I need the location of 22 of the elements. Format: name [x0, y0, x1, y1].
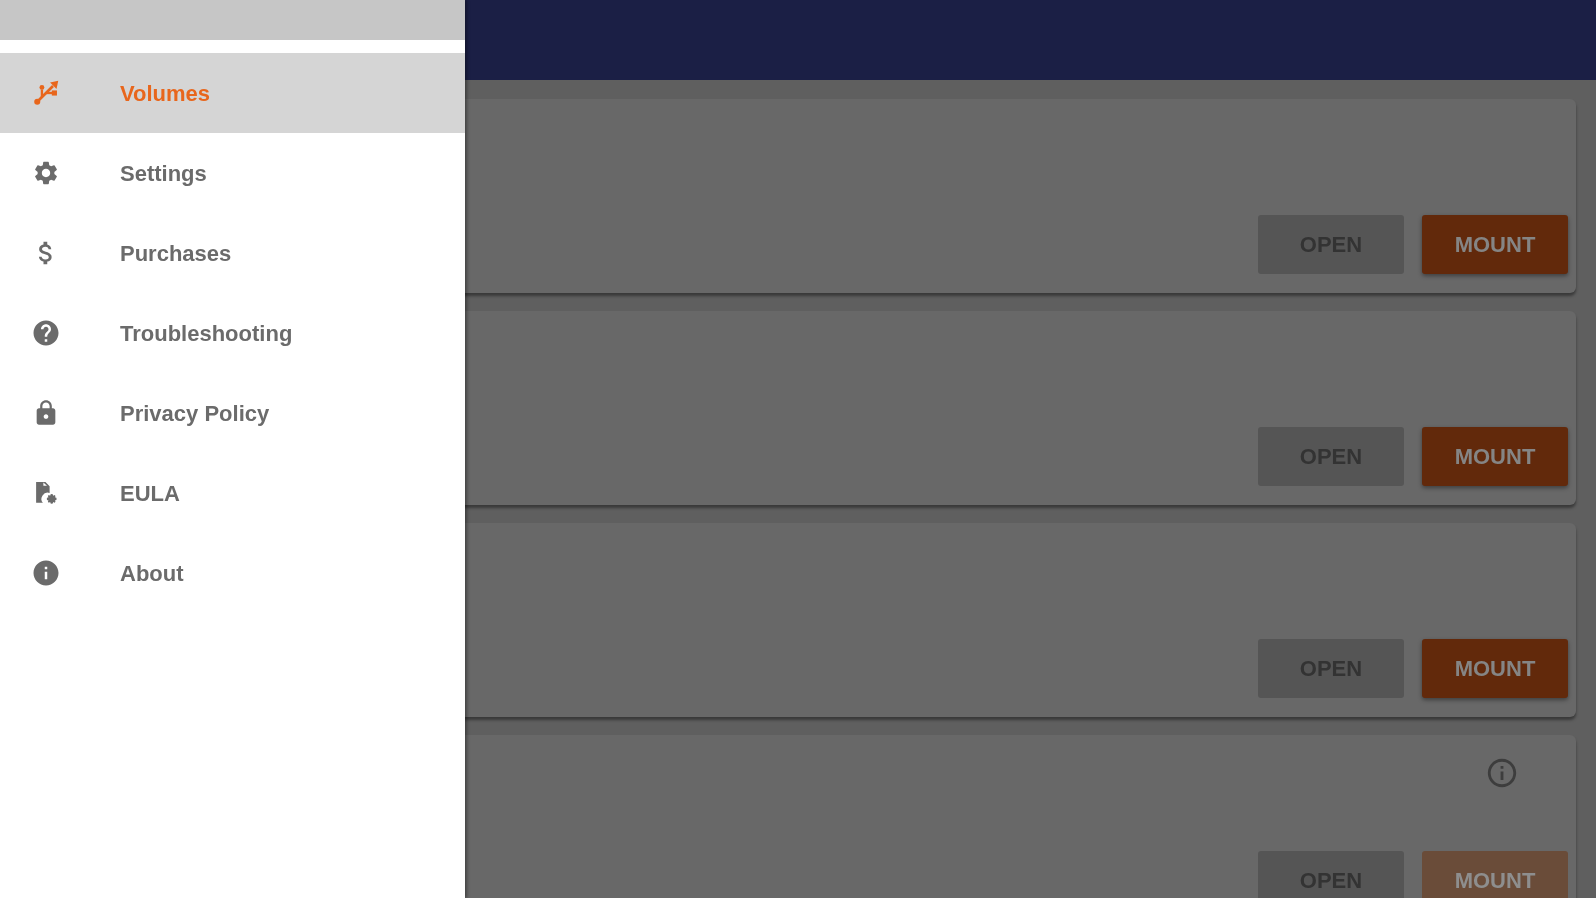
drawer-item-label: Purchases [120, 239, 232, 268]
drawer-item-label: Troubleshooting [120, 319, 293, 348]
drawer-item[interactable]: EULA [0, 453, 465, 533]
mount-button[interactable]: MOUNT [1422, 639, 1568, 698]
drawer-item-label: Volumes [120, 79, 211, 108]
help-icon [31, 318, 61, 348]
mount-button[interactable]: MOUNT [1422, 215, 1568, 274]
drawer-item[interactable]: About [0, 533, 465, 613]
info-icon[interactable] [1485, 756, 1519, 790]
info-icon [31, 558, 61, 588]
settings-icon [32, 159, 60, 187]
drawer-item-label: Privacy Policy [120, 399, 270, 428]
mount-button[interactable]: MOUNT [1422, 427, 1568, 486]
drawer-item[interactable]: Settings [0, 133, 465, 213]
usb-icon [32, 79, 60, 107]
drawer-item[interactable]: Purchases [0, 213, 465, 293]
drawer-item[interactable]: Volumes [0, 53, 465, 133]
drawer-item[interactable]: Troubleshooting [0, 293, 465, 373]
drawer-item-label: About [120, 559, 184, 588]
drawer-item[interactable]: Privacy Policy [0, 373, 465, 453]
drawer-item-label: EULA [120, 479, 180, 508]
drawer-item-label: Settings [120, 159, 207, 188]
